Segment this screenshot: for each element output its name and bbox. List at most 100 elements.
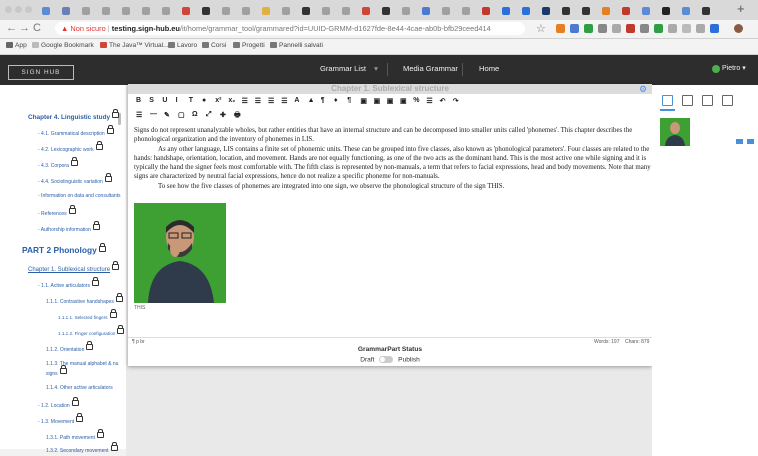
- tab-13[interactable]: [278, 3, 294, 19]
- extension-icon[interactable]: [668, 24, 677, 33]
- user-avatar[interactable]: [712, 65, 720, 73]
- toolbar-button[interactable]: I: [176, 97, 178, 104]
- toc-item[interactable]: - 4.4. Sociolinguistic variation: [38, 173, 112, 185]
- nav-media-grammar[interactable]: Media Grammar: [403, 64, 458, 73]
- url-input[interactable]: ▲ Non sicuro | testing.sign-hub.eu/it/ho…: [55, 22, 525, 35]
- extension-icon[interactable]: [696, 24, 705, 33]
- tab-15[interactable]: [318, 3, 334, 19]
- toolbar-button[interactable]: x₂: [228, 97, 235, 104]
- media-tab-icon[interactable]: [702, 95, 713, 106]
- tab-22[interactable]: [458, 3, 474, 19]
- toolbar-button[interactable]: U: [162, 97, 167, 104]
- maximize-window-button[interactable]: [25, 6, 32, 13]
- toc-item[interactable]: - 4.1. Grammatical description: [38, 125, 114, 137]
- tab-25[interactable]: [518, 3, 534, 19]
- extension-icon[interactable]: [598, 24, 607, 33]
- tab-9[interactable]: [198, 3, 214, 19]
- tab-7[interactable]: [158, 3, 174, 19]
- tab-27[interactable]: [558, 3, 574, 19]
- toolbar-button[interactable]: ¶: [347, 97, 351, 104]
- bookmark-progetti[interactable]: Progetti: [233, 42, 265, 49]
- toolbar-button[interactable]: ▢: [178, 111, 185, 119]
- toolbar-button[interactable]: ♦: [334, 97, 338, 104]
- bookmark-google[interactable]: Google Bookmark: [32, 42, 94, 49]
- tab-8[interactable]: [178, 3, 194, 19]
- extension-icon[interactable]: [710, 24, 719, 33]
- toolbar-button[interactable]: ↷: [453, 97, 459, 105]
- toolbar-button[interactable]: x²: [215, 97, 221, 104]
- toolbar-button[interactable]: ▣: [360, 97, 367, 105]
- toolbar-button[interactable]: ▲: [308, 97, 315, 104]
- reload-icon[interactable]: C: [33, 22, 41, 34]
- extension-icon[interactable]: [682, 24, 691, 33]
- tab-1[interactable]: [38, 3, 54, 19]
- toc-item[interactable]: 1.3.1. Path movement: [46, 429, 104, 441]
- bookmark-java[interactable]: The Java™ Virtual...: [100, 42, 169, 49]
- toolbar-button[interactable]: ▣: [374, 97, 381, 105]
- extension-icon[interactable]: [584, 24, 593, 33]
- extension-icon[interactable]: [626, 24, 635, 33]
- toolbar-button[interactable]: %: [413, 97, 419, 104]
- toolbar-button[interactable]: ¶: [321, 97, 325, 104]
- toolbar-button[interactable]: A: [294, 97, 299, 104]
- media-tab-icon[interactable]: [662, 95, 673, 106]
- toolbar-button[interactable]: ▣: [387, 97, 394, 105]
- forward-icon[interactable]: →: [19, 22, 30, 34]
- tab-33[interactable]: [678, 3, 694, 19]
- toc-item[interactable]: - 1.3. Movement: [38, 413, 84, 425]
- toolbar-button[interactable]: ▣: [400, 97, 407, 105]
- toolbar-button[interactable]: S: [149, 97, 154, 104]
- bookmark-apps[interactable]: App: [6, 42, 27, 49]
- profile-avatar[interactable]: [734, 24, 743, 33]
- toolbar-button[interactable]: ☰: [255, 97, 261, 105]
- tab-6[interactable]: [138, 3, 154, 19]
- toc-item[interactable]: Chapter 4. Linguistic study: [28, 109, 120, 121]
- toolbar-button[interactable]: ⤢: [206, 111, 212, 119]
- tab-30[interactable]: [618, 3, 634, 19]
- tab-2[interactable]: [58, 3, 74, 19]
- close-window-button[interactable]: [5, 6, 12, 13]
- toolbar-button[interactable]: —: [150, 111, 157, 118]
- list-view-icon[interactable]: [736, 139, 743, 144]
- tab-10[interactable]: [218, 3, 234, 19]
- toc-item[interactable]: - 1.1. Active articulators: [38, 277, 99, 289]
- extension-icon[interactable]: [570, 24, 579, 33]
- extension-icon[interactable]: [612, 24, 621, 33]
- toolbar-button[interactable]: Ω: [192, 111, 198, 118]
- toc-item[interactable]: 1.1.1.1. Selected fingers: [58, 309, 117, 320]
- tab-12[interactable]: [258, 3, 274, 19]
- tab-26[interactable]: [538, 3, 554, 19]
- bookmark-star-icon[interactable]: ☆: [536, 22, 546, 35]
- bookmark-lavoro[interactable]: Lavoro: [168, 42, 197, 49]
- toolbar-button[interactable]: B: [136, 97, 141, 104]
- tab-28[interactable]: [578, 3, 594, 19]
- extension-icon[interactable]: [654, 24, 663, 33]
- tab-16[interactable]: [338, 3, 354, 19]
- tab-14[interactable]: [298, 3, 314, 19]
- toc-item[interactable]: - Information on data and consultants: [38, 193, 121, 199]
- toc-item[interactable]: 1.1.3. The manual alphabet & nu: [46, 361, 118, 367]
- sign-hub-logo[interactable]: SIGN HUB: [8, 65, 74, 80]
- bookmark-pannelli[interactable]: Pannelli salvati: [270, 42, 323, 49]
- back-icon[interactable]: ←: [6, 22, 17, 34]
- toc-item[interactable]: PART 2 Phonology: [22, 243, 106, 255]
- toc-item[interactable]: Chapter 1. Sublexical structure: [28, 261, 120, 273]
- toc-item[interactable]: 1.1.1.2. Finger configuration: [58, 325, 125, 336]
- toc-item[interactable]: - 1.2. Location: [38, 397, 79, 409]
- minimize-window-button[interactable]: [15, 6, 22, 13]
- gear-icon[interactable]: ⚙: [639, 84, 647, 95]
- toc-item[interactable]: signs: [46, 365, 67, 377]
- signer-image[interactable]: [134, 203, 226, 303]
- tab-31[interactable]: [638, 3, 654, 19]
- tab-24[interactable]: [498, 3, 514, 19]
- toc-item[interactable]: 1.1.1. Contrastive handshapes: [46, 293, 123, 305]
- bookmark-corsi[interactable]: Corsi: [202, 42, 226, 49]
- toc-item[interactable]: - Authorship information: [38, 221, 100, 233]
- toc-item[interactable]: 1.1.2. Orientation: [46, 341, 94, 353]
- tab-18[interactable]: [378, 3, 394, 19]
- toc-item[interactable]: 1.3.2. Secondary movement: [46, 442, 118, 454]
- tab-4[interactable]: [98, 3, 114, 19]
- toolbar-button[interactable]: 🖶: [234, 111, 241, 122]
- tab-17[interactable]: [358, 3, 374, 19]
- new-tab-button[interactable]: +: [737, 1, 745, 16]
